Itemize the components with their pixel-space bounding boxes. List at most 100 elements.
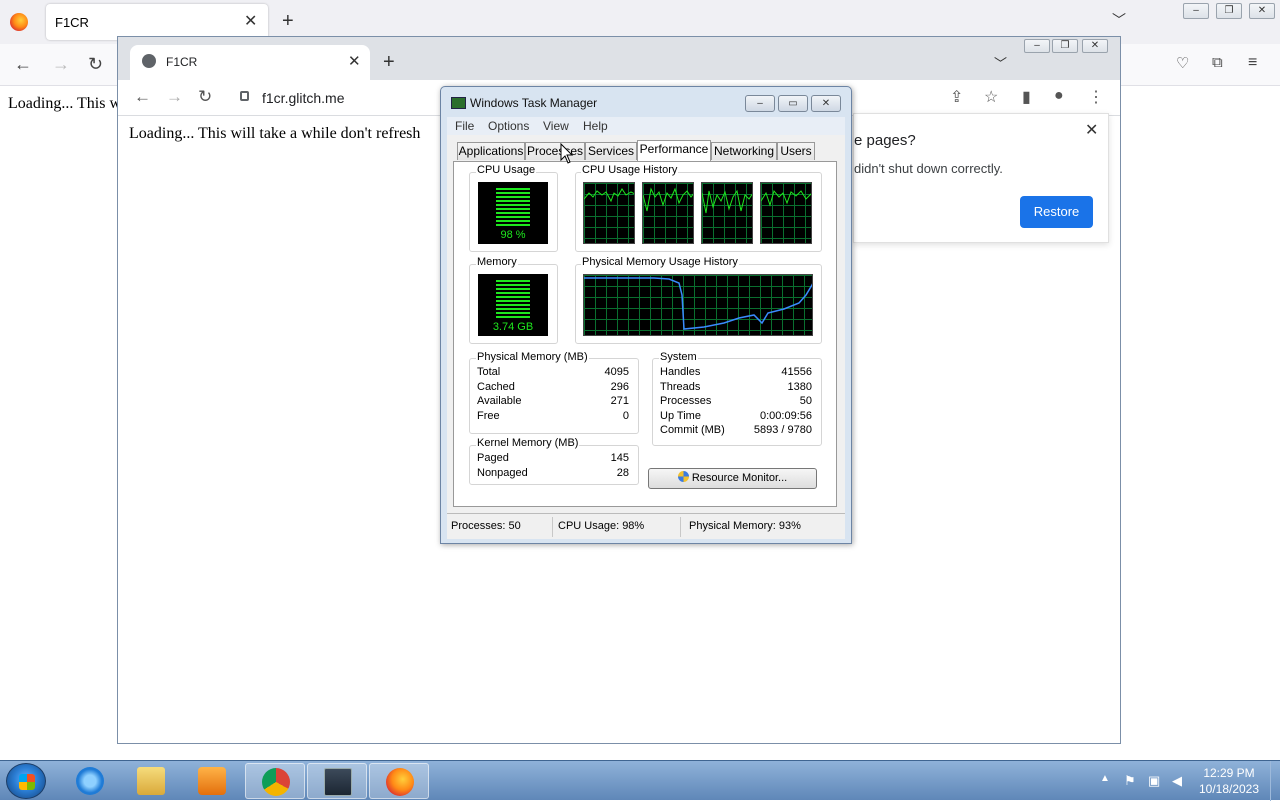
cpu-history-graph-2 [642,182,694,244]
firefox-tab[interactable]: F1CR ✕ [46,4,268,40]
globe-icon [142,54,156,68]
minimize-button[interactable]: – [745,95,775,112]
star-icon[interactable]: ☆ [984,87,998,107]
side-panel-icon[interactable]: ▮ [1022,87,1031,107]
forward-icon[interactable]: → [52,54,70,75]
restore-popup-message: didn't shut down correctly. [854,161,1003,176]
stat-row: Free 0 [477,410,629,425]
chrome-page-text: Loading... This will take a while don't … [129,125,421,142]
stat-row: Processes 50 [660,395,812,410]
action-center-flag-icon[interactable]: ⚑ [1124,773,1136,789]
resource-monitor-label: Resource Monitor... [691,472,788,484]
url-text: f1cr.glitch.me [262,90,345,106]
profile-icon[interactable]: ● [1054,87,1064,105]
stat-row: Nonpaged 28 [477,467,629,482]
menu-help[interactable]: Help [583,119,608,133]
stat-value: 5893 / 9780 [753,424,812,436]
cpu-usage-label: CPU Usage [476,164,537,176]
task-manager-window: Windows Task Manager – ▭ ✕ File Options … [440,86,852,544]
tab-applications[interactable]: Applications [457,142,525,160]
cpu-history-graph-1 [583,182,635,244]
close-button[interactable]: ✕ [1082,39,1108,53]
minimize-button[interactable]: – [1024,39,1050,53]
clock-time: 12:29 PM [1203,766,1255,780]
folder-icon [137,767,165,795]
tab-processes[interactable]: Processes [525,142,585,160]
pocket-icon[interactable]: ♡ [1176,54,1189,72]
stat-value: 1380 [787,380,812,393]
performance-panel: CPU Usage 98 % CPU Usage History Memory … [453,161,837,507]
volume-muted-icon[interactable]: ◀ [1172,773,1182,789]
back-icon[interactable]: ← [14,54,32,75]
system-label: System [659,351,698,363]
start-button[interactable] [6,763,46,799]
chrome-tab[interactable]: F1CR ✕ [130,45,370,80]
close-icon[interactable]: ✕ [244,11,257,31]
taskbar-file-explorer[interactable] [121,763,181,799]
stat-row: Handles 41556 [660,366,812,381]
firefox-tab-title: F1CR [55,15,89,30]
taskbar-task-manager[interactable] [307,763,367,799]
chevron-down-icon[interactable]: ﹀ [994,53,1007,72]
reload-icon[interactable]: ↻ [88,54,103,75]
stat-value: 0 [622,409,629,422]
physical-memory-label: Physical Memory (MB) [476,351,589,363]
firefox-icon [386,768,414,796]
mouse-cursor-icon [560,143,574,164]
tab-services[interactable]: Services [585,142,637,160]
stat-value: 271 [610,395,629,407]
cpu-history-label: CPU Usage History [581,164,679,176]
new-tab-icon[interactable]: + [383,51,395,74]
tray-expand-icon[interactable]: ▲ [1100,773,1110,784]
close-button[interactable]: ✕ [811,95,841,112]
restore-popup-title: e pages? [854,132,916,149]
back-icon[interactable]: ← [134,87,151,107]
internet-explorer-icon [76,767,104,795]
stat-key: Free [477,409,500,422]
menu-file[interactable]: File [455,119,474,133]
minimize-button[interactable]: – [1183,3,1209,19]
tab-performance[interactable]: Performance [637,140,711,161]
share-icon[interactable]: ⇪ [950,87,963,107]
chevron-down-icon[interactable]: ﹀ [1112,10,1126,30]
restore-button[interactable]: ❐ [1216,3,1242,19]
taskbar-firefox[interactable] [369,763,429,799]
stat-row: Paged 145 [477,452,629,467]
clock[interactable]: 12:29 PM 10/18/2023 [1196,765,1262,797]
task-manager-client: Applications Processes Services Performa… [447,135,845,513]
restore-button[interactable]: Restore [1020,196,1093,228]
stat-key: Up Time [660,409,701,422]
stat-key: Available [477,395,522,407]
menu-icon[interactable]: ≡ [1248,54,1257,72]
memory-meter-bars [496,280,530,318]
tab-networking[interactable]: Networking [711,142,777,160]
close-button[interactable]: ✕ [1249,3,1275,19]
task-manager-icon [324,768,352,796]
extensions-icon[interactable]: ⧉ [1212,54,1223,71]
chrome-icon [262,768,290,796]
menu-icon[interactable]: ⋮ [1088,87,1104,107]
reload-icon[interactable]: ↻ [198,87,212,107]
maximize-button[interactable]: ▭ [778,95,808,112]
shield-icon [677,471,689,482]
restore-button[interactable]: ❐ [1052,39,1078,53]
show-desktop-button[interactable] [1270,761,1280,801]
stat-value: 50 [799,395,812,407]
new-tab-icon[interactable]: + [282,10,294,33]
taskbar-chrome[interactable] [245,763,305,799]
window-title: Windows Task Manager [470,96,598,110]
cpu-meter-bars [496,188,530,226]
taskbar-internet-explorer[interactable] [60,763,120,799]
close-icon[interactable]: ✕ [1085,120,1098,140]
tab-users[interactable]: Users [777,142,815,160]
menu-bar: File Options View Help [447,117,845,135]
menu-options[interactable]: Options [488,119,529,133]
network-icon[interactable]: ▣ [1148,773,1160,789]
close-icon[interactable]: ✕ [348,52,361,70]
forward-icon[interactable]: → [166,87,183,107]
status-processes: Processes: 50 [451,520,521,532]
stat-value: 296 [610,380,629,393]
taskbar-media-player[interactable] [182,763,242,799]
resource-monitor-button[interactable]: Resource Monitor... [648,468,817,489]
menu-view[interactable]: View [543,119,569,133]
